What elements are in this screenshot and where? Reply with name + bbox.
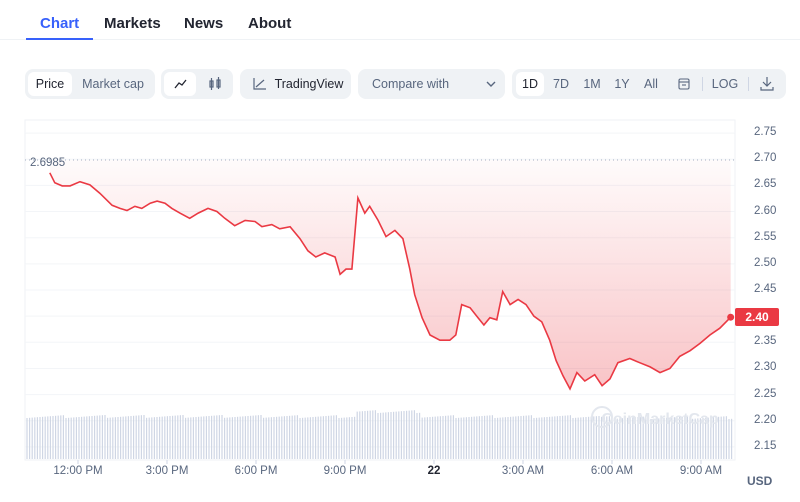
y-tick-label: 2.20 <box>754 413 777 426</box>
current-price-dot <box>727 313 735 321</box>
x-tick-label: 12:00 PM <box>53 465 103 477</box>
x-tick-label: 6:00 PM <box>234 465 278 477</box>
x-tick-label: 9:00 PM <box>323 465 367 477</box>
y-tick-label: 2.70 <box>754 152 777 165</box>
y-tick-label: 2.65 <box>754 178 777 191</box>
y-tick-label: 2.60 <box>754 204 777 217</box>
y-tick-label: 2.30 <box>754 361 777 374</box>
watermark: CoinMarketCap <box>601 411 719 428</box>
y-tick-label: 2.45 <box>754 283 777 295</box>
x-tick-label: 6:00 AM <box>590 465 634 477</box>
x-tick-label: 9:00 AM <box>679 465 723 477</box>
y-tick-label: 2.75 <box>754 126 777 139</box>
x-tick-label: 3:00 AM <box>501 465 545 477</box>
open-price-label: 2.6985 <box>30 157 66 169</box>
price-area <box>49 160 731 389</box>
y-tick-label: 2.55 <box>754 230 777 243</box>
y-tick-label: 2.50 <box>754 256 777 269</box>
currency-label: USD <box>747 474 773 488</box>
current-price-badge: 2.40 <box>735 308 779 326</box>
y-tick-label: 2.35 <box>754 335 777 348</box>
x-tick-label: 3:00 PM <box>145 465 189 477</box>
x-tick-label: 22 <box>427 465 441 477</box>
y-tick-label: 2.15 <box>754 439 777 452</box>
y-tick-label: 2.25 <box>754 387 777 400</box>
price-chart[interactable]: CoinMarketCap <box>0 0 800 502</box>
